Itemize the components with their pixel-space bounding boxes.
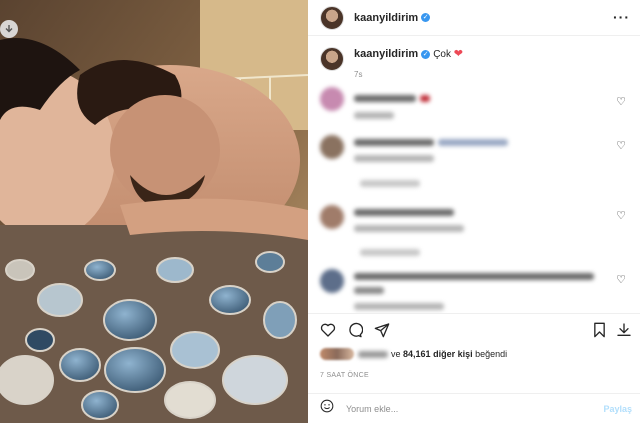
like-comment-heart-icon[interactable]: ♡ (616, 273, 626, 286)
post-photo (0, 0, 308, 423)
blurred-text (354, 287, 384, 294)
like-comment-heart-icon[interactable]: ♡ (616, 139, 626, 152)
comment-item: ♡ (320, 205, 628, 265)
post-header: kaanyildirim ✓ ··· (308, 0, 640, 36)
likes-connector: ve (391, 349, 401, 359)
emoji-icon[interactable] (320, 399, 334, 418)
like-comment-heart-icon[interactable]: ♡ (616, 95, 626, 108)
photo-image (0, 0, 308, 423)
comment-input[interactable] (344, 402, 588, 415)
blurred-meta (354, 155, 434, 162)
comment-avatar[interactable] (320, 205, 344, 229)
more-horizontal-icon[interactable]: ··· (613, 9, 630, 25)
blurred-liker-name[interactable] (358, 350, 388, 358)
caption-time[interactable]: 7s (354, 70, 463, 79)
caption-text: Çok (433, 49, 451, 60)
blurred-username (354, 209, 454, 216)
verified-badge-icon: ✓ (421, 13, 431, 22)
comments-section: kaanyildirim ✓ Çok ❤ 7s ♡ ♡ ♡ ♡ (308, 37, 640, 313)
likes-summary: ve 84,161 diğer kişi beğendi (320, 348, 507, 360)
username[interactable]: kaanyildirim (354, 12, 418, 24)
blurred-meta (354, 303, 444, 310)
comment-icon[interactable] (347, 322, 364, 343)
likes-count[interactable]: 84,161 (403, 349, 431, 359)
blurred-meta (354, 225, 464, 232)
likes-verb: beğendi (475, 349, 508, 359)
comment-item: ♡ (320, 269, 628, 313)
blurred-meta (354, 112, 394, 119)
download-icon[interactable] (0, 20, 18, 38)
caption-avatar[interactable] (320, 47, 344, 71)
like-heart-icon[interactable] (320, 322, 336, 343)
post-panel: kaanyildirim ✓ ··· kaanyildirim ✓ Çok ❤ 7s… (308, 0, 640, 423)
share-icon[interactable] (374, 322, 390, 343)
blurred-replies (360, 249, 420, 256)
save-bookmark-icon[interactable] (592, 322, 607, 343)
caption-username[interactable]: kaanyildirim (354, 48, 418, 60)
comment-avatar[interactable] (320, 135, 344, 159)
likes-suffix[interactable]: diğer kişi (433, 349, 473, 359)
blurred-username (354, 95, 416, 102)
like-comment-heart-icon[interactable]: ♡ (616, 209, 626, 222)
comment-item: ♡ (320, 87, 628, 127)
blurred-replies (360, 180, 420, 187)
blurred-emoji (420, 95, 430, 102)
liker-avatars (320, 348, 354, 360)
verified-badge-icon: ✓ (421, 49, 431, 59)
avatar[interactable] (320, 5, 344, 30)
post-comment-button[interactable]: Paylaş (603, 404, 632, 414)
blurred-username (354, 139, 434, 146)
blurred-text (438, 139, 508, 146)
download-icon[interactable] (616, 322, 632, 343)
action-bar (308, 313, 640, 348)
post-time[interactable]: 7 SAAT ÖNCE (320, 372, 369, 379)
add-comment-bar: Paylaş (308, 393, 640, 423)
blurred-username (354, 273, 594, 280)
comment-avatar[interactable] (320, 269, 344, 293)
heart-emoji: ❤ (453, 48, 463, 60)
comment-item: ♡ (320, 135, 628, 195)
comment-avatar[interactable] (320, 87, 344, 111)
caption: kaanyildirim ✓ Çok ❤ 7s (308, 37, 640, 79)
